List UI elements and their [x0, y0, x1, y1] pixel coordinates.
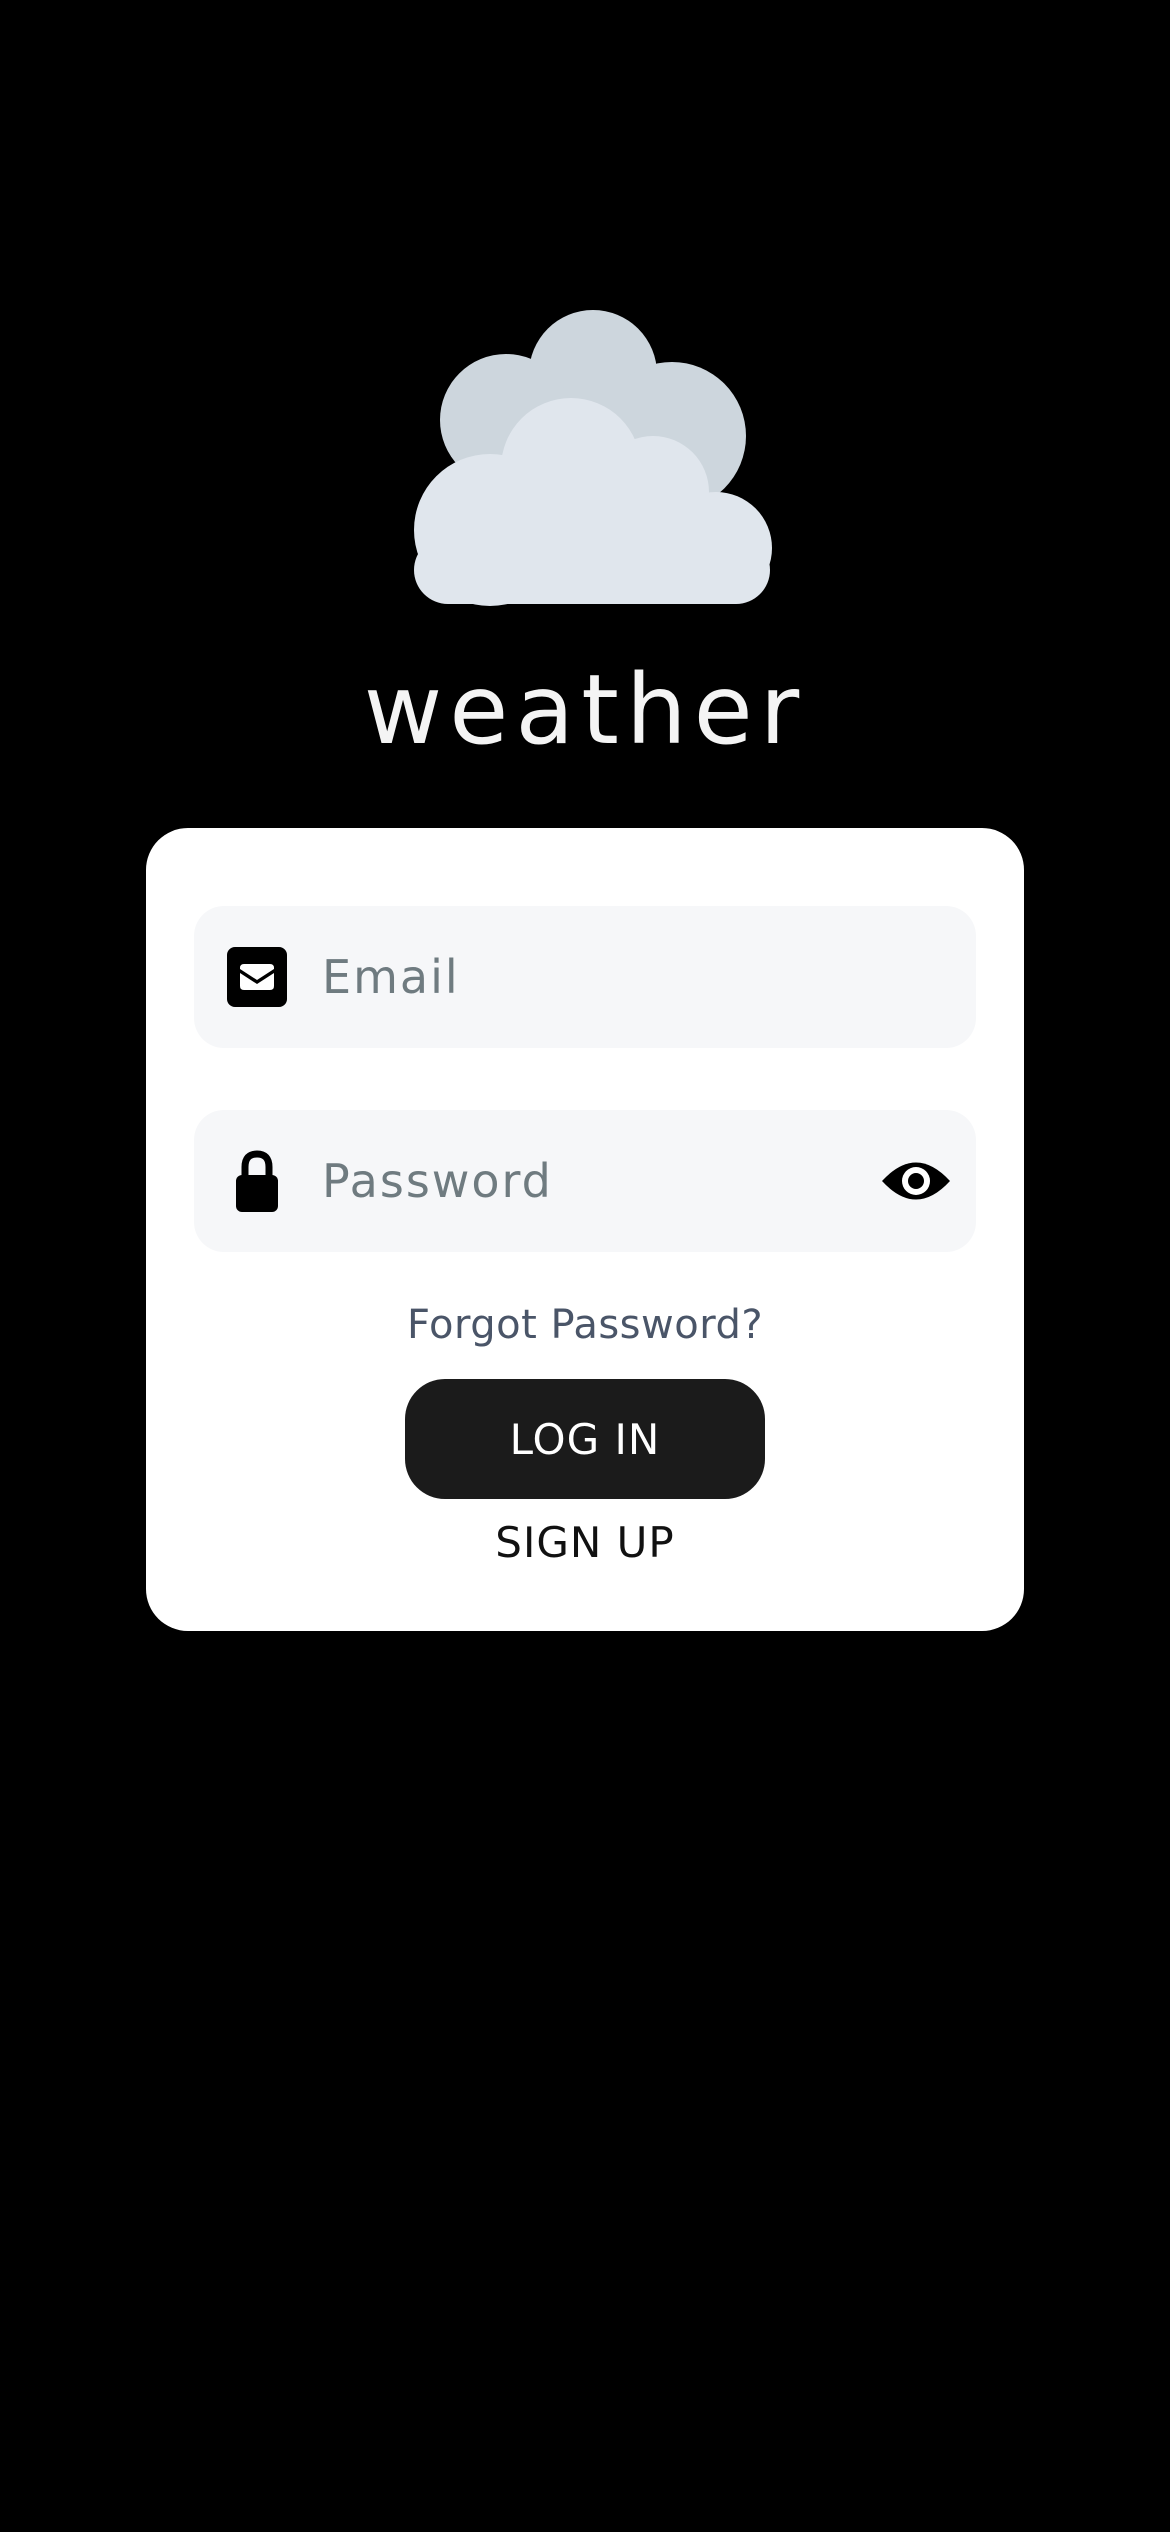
app-title: weather [363, 654, 807, 766]
password-input[interactable] [322, 1110, 862, 1252]
lock-icon [236, 1150, 278, 1212]
password-field[interactable] [194, 1110, 976, 1252]
email-input[interactable] [322, 906, 862, 1048]
envelope-icon [227, 947, 287, 1007]
cloud-icon [414, 310, 772, 606]
email-field[interactable] [194, 906, 976, 1048]
forgot-password-link[interactable]: Forgot Password? [146, 1302, 1024, 1348]
signup-link[interactable]: SIGN UP [146, 1518, 1024, 1567]
login-card: Forgot Password? LOG IN SIGN UP [146, 828, 1024, 1631]
eye-icon[interactable] [880, 1150, 952, 1212]
login-button[interactable]: LOG IN [405, 1379, 765, 1499]
